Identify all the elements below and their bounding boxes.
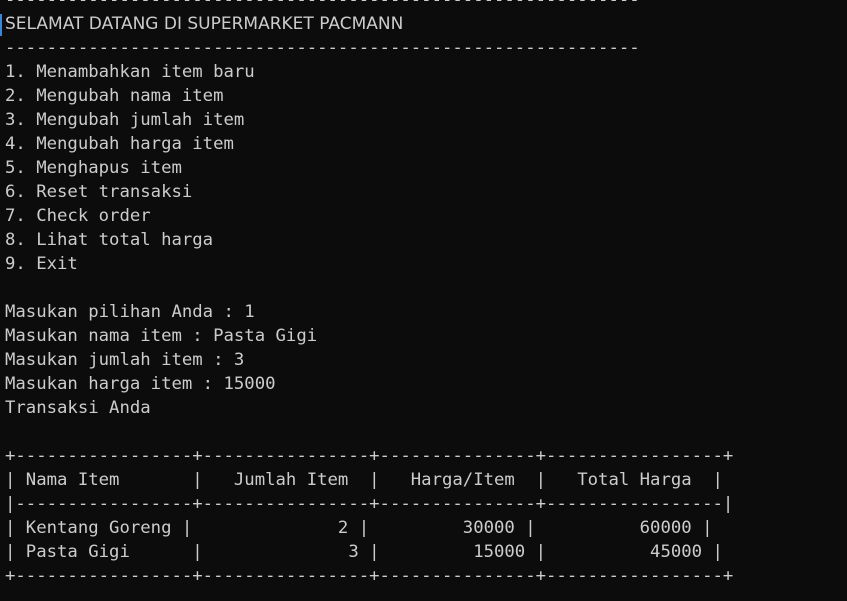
input-prompts: Masukan pilihan Anda : 1 Masukan nama it… — [5, 300, 847, 396]
menu-item: 5. Menghapus item — [5, 158, 182, 178]
prompt-choice: Masukan pilihan Anda : 1 — [5, 302, 255, 322]
table-header: | Nama Item | Jumlah Item | Harga/Item |… — [5, 470, 723, 490]
menu-item: 8. Lihat total harga — [5, 230, 214, 250]
menu-item: 1. Menambahkan item baru — [5, 62, 255, 82]
menu-item: 7. Check order — [5, 206, 151, 226]
menu-item: 3. Mengubah jumlah item — [5, 110, 245, 130]
prompt-item-price: Masukan harga item : 15000 — [5, 374, 276, 394]
terminal-window[interactable]: ----------------------------------------… — [0, 0, 847, 601]
prompt-item-name: Masukan nama item : Pasta Gigi — [5, 326, 318, 346]
transaction-label: Transaksi Anda — [5, 398, 151, 418]
table-row: | Pasta Gigi | 3 | 15000 | 45000 | — [5, 542, 723, 562]
table-border-bottom: +-----------------+----------------+----… — [5, 566, 734, 586]
menu-list: 1. Menambahkan item baru 2. Mengubah nam… — [5, 60, 847, 276]
table-row: | Kentang Goreng | 2 | 30000 | 60000 | — [5, 518, 713, 538]
top-rule: ----------------------------------------… — [5, 0, 640, 10]
title-rule: ----------------------------------------… — [5, 38, 640, 58]
store-title: SELAMAT DATANG DI SUPERMARKET PACMANN — [5, 14, 404, 34]
table-border-top: +-----------------+----------------+----… — [5, 446, 734, 466]
menu-item: 9. Exit — [5, 254, 78, 274]
menu-item: 2. Mengubah nama item — [5, 86, 224, 106]
selection-marker — [0, 14, 2, 36]
table-separator: |-----------------+----------------+----… — [5, 494, 734, 514]
order-table: +-----------------+----------------+----… — [5, 444, 847, 588]
menu-item: 4. Mengubah harga item — [5, 134, 234, 154]
menu-item: 6. Reset transaksi — [5, 182, 193, 202]
prompt-item-qty: Masukan jumlah item : 3 — [5, 350, 245, 370]
